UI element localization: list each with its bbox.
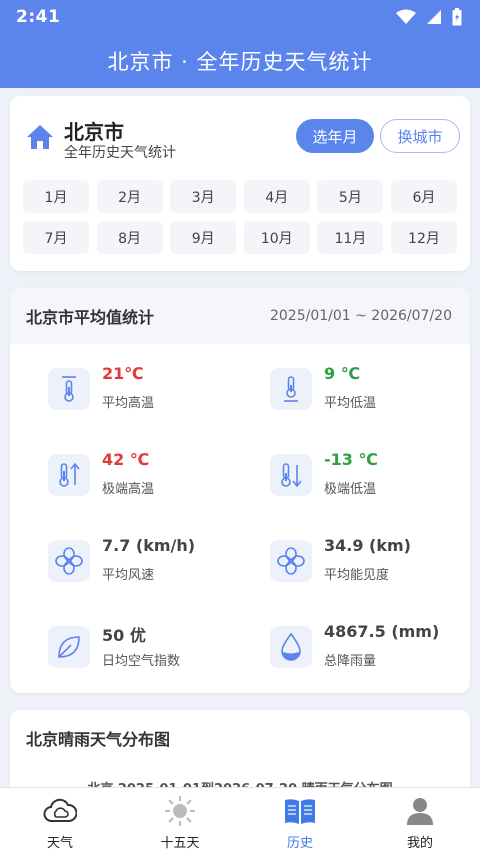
app-header: 北京市 · 全年历史天气统计 [0,34,480,88]
month-button-11[interactable]: 11月 [317,221,384,254]
month-button-6[interactable]: 6月 [390,180,457,213]
city-subtitle: 全年历史天气统计 [64,145,176,161]
status-time: 2:41 [16,7,61,27]
battery-icon [452,8,462,26]
tab-label: 十五天 [160,836,200,851]
stat-label: 极端低温 [324,482,377,497]
tab-label: 天气 [46,836,73,851]
month-button-5[interactable]: 5月 [317,180,384,213]
status-icons [396,8,462,26]
signal-icon [426,9,442,25]
tab-label: 我的 [406,836,433,851]
tab-label: 历史 [286,836,313,851]
city-name: 北京市 [64,120,124,144]
stat-label: 平均风速 [102,568,155,583]
stat-value: 21℃ [102,364,144,383]
tab-mine[interactable]: 我的 [360,788,480,853]
thermometer-icon [270,368,312,410]
city-card: 北京市 全年历史天气统计 选年月 换城市 1月 2月 3月 4月 5月 6月 7… [10,96,470,271]
fan-icon [48,540,90,582]
leaf-icon [48,626,90,668]
status-bar: 2:41 [0,0,480,34]
bottom-tab-bar: 天气 十五天 历史 我的 [0,787,480,853]
scroll-area[interactable]: 北京市 全年历史天气统计 选年月 换城市 1月 2月 3月 4月 5月 6月 7… [0,88,480,787]
stat-avg-wind: 7.7 (km/h) 平均风速 [48,534,248,590]
wifi-icon [396,9,416,25]
stat-avg-high: 21℃ 平均高温 [48,362,248,418]
book-icon [283,796,317,826]
select-year-month-button[interactable]: 选年月 [296,119,374,153]
stat-total-rainfall: 4867.5 (mm) 总降雨量 [270,620,470,676]
thermometer-down-icon [270,454,312,496]
stat-avg-low: 9 ℃ 平均低温 [270,362,470,418]
home-icon [26,124,54,150]
stat-value: 4867.5 (mm) [324,622,440,641]
stat-label: 平均低温 [324,396,377,411]
stat-value: 7.7 (km/h) [102,536,196,555]
tab-weather[interactable]: 天气 [0,788,120,853]
stat-avg-visibility: 34.9 (km) 平均能见度 [270,534,470,590]
stat-value: 42 ℃ [102,450,150,469]
month-button-3[interactable]: 3月 [170,180,237,213]
stat-label: 平均能见度 [324,568,390,583]
stat-label: 日均空气指数 [102,654,181,669]
stat-extreme-low: -13 ℃ 极端低温 [270,448,470,504]
user-icon [403,796,437,826]
change-city-button[interactable]: 换城市 [380,119,460,153]
month-button-9[interactable]: 9月 [170,221,237,254]
stats-header: 北京市平均值统计 2025/01/01 ~ 2026/07/20 [10,288,470,344]
water-drop-icon [270,626,312,668]
stats-title: 北京市平均值统计 [26,308,155,327]
stats-date-range: 2025/01/01 ~ 2026/07/20 [269,308,452,324]
stat-label: 平均高温 [102,396,155,411]
month-button-12[interactable]: 12月 [390,221,457,254]
stat-extreme-high: 42 ℃ 极端高温 [48,448,248,504]
rain-distribution-card: 北京晴雨天气分布图 北京 2025-01-01到2026-07-20 晴雨天气分… [10,710,470,787]
sun-icon [163,796,197,826]
cloud-icon [43,796,77,826]
stat-label: 极端高温 [102,482,155,497]
month-grid: 1月 2月 3月 4月 5月 6月 7月 8月 9月 10月 11月 12月 [23,180,457,254]
month-button-2[interactable]: 2月 [96,180,163,213]
stat-value: -13 ℃ [324,450,378,469]
tab-history[interactable]: 历史 [240,788,360,853]
city-row: 北京市 全年历史天气统计 选年月 换城市 [24,114,460,161]
month-button-10[interactable]: 10月 [243,221,310,254]
tab-fifteen-days[interactable]: 十五天 [120,788,240,853]
month-button-8[interactable]: 8月 [96,221,163,254]
month-button-4[interactable]: 4月 [243,180,310,213]
rain-distribution-subtitle: 北京 2025-01-01到2026-07-20 晴雨天气分布图 [10,778,470,787]
thermometer-icon [48,368,90,410]
stat-value: 34.9 (km) [324,536,411,555]
stats-card: 北京市平均值统计 2025/01/01 ~ 2026/07/20 21℃ 平均高… [10,288,470,693]
stat-label: 总降雨量 [324,654,377,669]
stat-value: 50 优 [102,626,146,645]
rain-distribution-title: 北京晴雨天气分布图 [26,730,171,749]
thermometer-up-icon [48,454,90,496]
stat-value: 9 ℃ [324,364,361,383]
page-title: 北京市 · 全年历史天气统计 [107,50,373,74]
month-button-7[interactable]: 7月 [23,221,89,254]
fan-icon [270,540,312,582]
month-button-1[interactable]: 1月 [23,180,89,213]
stat-air-quality: 50 优 日均空气指数 [48,620,248,676]
